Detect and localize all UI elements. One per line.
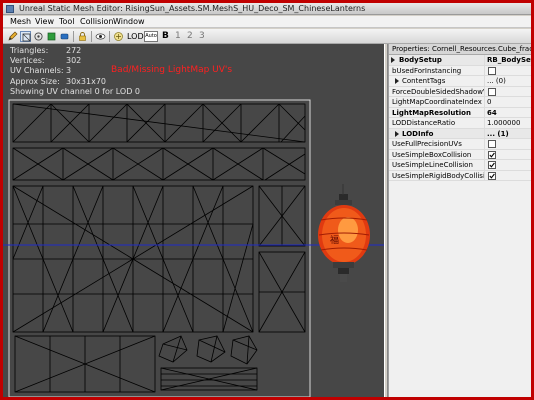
- checkmark-icon: [489, 152, 495, 158]
- pencil-icon[interactable]: [7, 31, 18, 42]
- prop-row-use-simple-rigidbody-collision: UseSimpleRigidBodyCollision: [389, 170, 531, 181]
- properties-header: Properties: Cornell_Resources.Cube_fract…: [389, 44, 531, 55]
- collision-toggle-icon[interactable]: [46, 31, 57, 42]
- menu-view[interactable]: View: [35, 17, 54, 27]
- toolbar-separator: [73, 31, 74, 42]
- stat-approx-size: Approx Size: 30x31x70: [10, 76, 107, 86]
- use-simple-box-collision-checkbox[interactable]: [488, 150, 496, 159]
- title-bar[interactable]: Unreal Static Mesh Editor: RisingSun_Ass…: [3, 3, 531, 15]
- prop-row-bodysetup[interactable]: BodySetup RB_BodySetup: [389, 55, 531, 66]
- prop-row-lodinfo[interactable]: LODInfo ... (1): [389, 128, 531, 139]
- expand-arrow-icon[interactable]: [395, 130, 399, 137]
- prop-row-use-simple-box-collision: UseSimpleBoxCollision: [389, 149, 531, 160]
- menu-mesh[interactable]: Mesh: [10, 17, 31, 27]
- expand-arrow-icon[interactable]: [395, 78, 399, 84]
- stat-triangles: Triangles: 272: [10, 46, 82, 55]
- use-simple-line-collision-checkbox[interactable]: [488, 161, 496, 169]
- prop-row-bused-for-instancing: bUsedForInstancing: [389, 65, 531, 76]
- expand-arrow-icon[interactable]: [391, 57, 395, 63]
- properties-panel: Properties: Cornell_Resources.Cube_fract…: [388, 44, 531, 397]
- bused-for-instancing-checkbox[interactable]: [488, 66, 496, 75]
- lod-auto-button[interactable]: Auto: [144, 31, 158, 42]
- prop-row-force-double-sided-shadow: ForceDoubleSidedShadowVolumes: [389, 86, 531, 97]
- lightmap-uv-warning: Bad/Missing LightMap UV's: [111, 65, 233, 75]
- normals-toggle-icon[interactable]: [59, 31, 70, 42]
- bounds-toggle-icon[interactable]: [33, 31, 44, 42]
- prop-row-use-full-precision-uvs: UseFullPrecisionUVs: [389, 139, 531, 150]
- uv-channel-icon[interactable]: [113, 31, 124, 42]
- toolbar-separator: [91, 31, 92, 42]
- prop-row-lightmap-coord-index[interactable]: LightMapCoordinateIndex 0: [389, 97, 531, 108]
- prop-row-lod-distance-ratio[interactable]: LODDistanceRatio 1.000000: [389, 118, 531, 129]
- checkmark-icon: [489, 162, 495, 168]
- eye-icon[interactable]: [95, 31, 106, 42]
- lod-base-button[interactable]: B: [162, 31, 169, 42]
- menu-collision[interactable]: Collision: [80, 17, 114, 27]
- unreal-app-icon: [6, 5, 14, 13]
- svg-text:福: 福: [330, 234, 339, 246]
- prop-row-lightmap-resolution[interactable]: LightMapResolution 64: [389, 107, 531, 118]
- uv-channel-info: Showing UV channel 0 for LOD 0: [10, 86, 141, 96]
- menu-window[interactable]: Window: [113, 17, 145, 27]
- window-title: Unreal Static Mesh Editor: RisingSun_Ass…: [19, 4, 366, 13]
- lod-1-button[interactable]: 1: [175, 31, 181, 42]
- force-double-sided-checkbox[interactable]: [488, 87, 496, 96]
- mesh-viewport[interactable]: 福 Triangles: 272 Vertices: 302 UV Channels…: [3, 44, 384, 397]
- static-mesh-editor-window: Unreal Static Mesh Editor: RisingSun_Ass…: [3, 3, 531, 397]
- checkmark-icon: [489, 173, 495, 179]
- prop-row-use-simple-line-collision: UseSimpleLineCollision: [389, 160, 531, 171]
- toolbar-separator: [109, 31, 110, 42]
- use-simple-rigidbody-collision-checkbox[interactable]: [488, 171, 496, 180]
- menu-bar: Mesh View Tool Collision Window: [3, 16, 531, 28]
- lod-3-button[interactable]: 3: [199, 31, 205, 42]
- use-full-precision-uvs-checkbox[interactable]: [488, 140, 496, 148]
- lod-2-button[interactable]: 2: [187, 31, 193, 42]
- wireframe-toggle-icon[interactable]: [20, 31, 31, 42]
- menu-tool[interactable]: Tool: [59, 17, 75, 27]
- prop-row-content-tags[interactable]: ContentTags ... (0): [389, 76, 531, 87]
- toolbar: LOD: Auto B 1 2 3: [3, 29, 531, 44]
- lock-icon[interactable]: [77, 31, 88, 42]
